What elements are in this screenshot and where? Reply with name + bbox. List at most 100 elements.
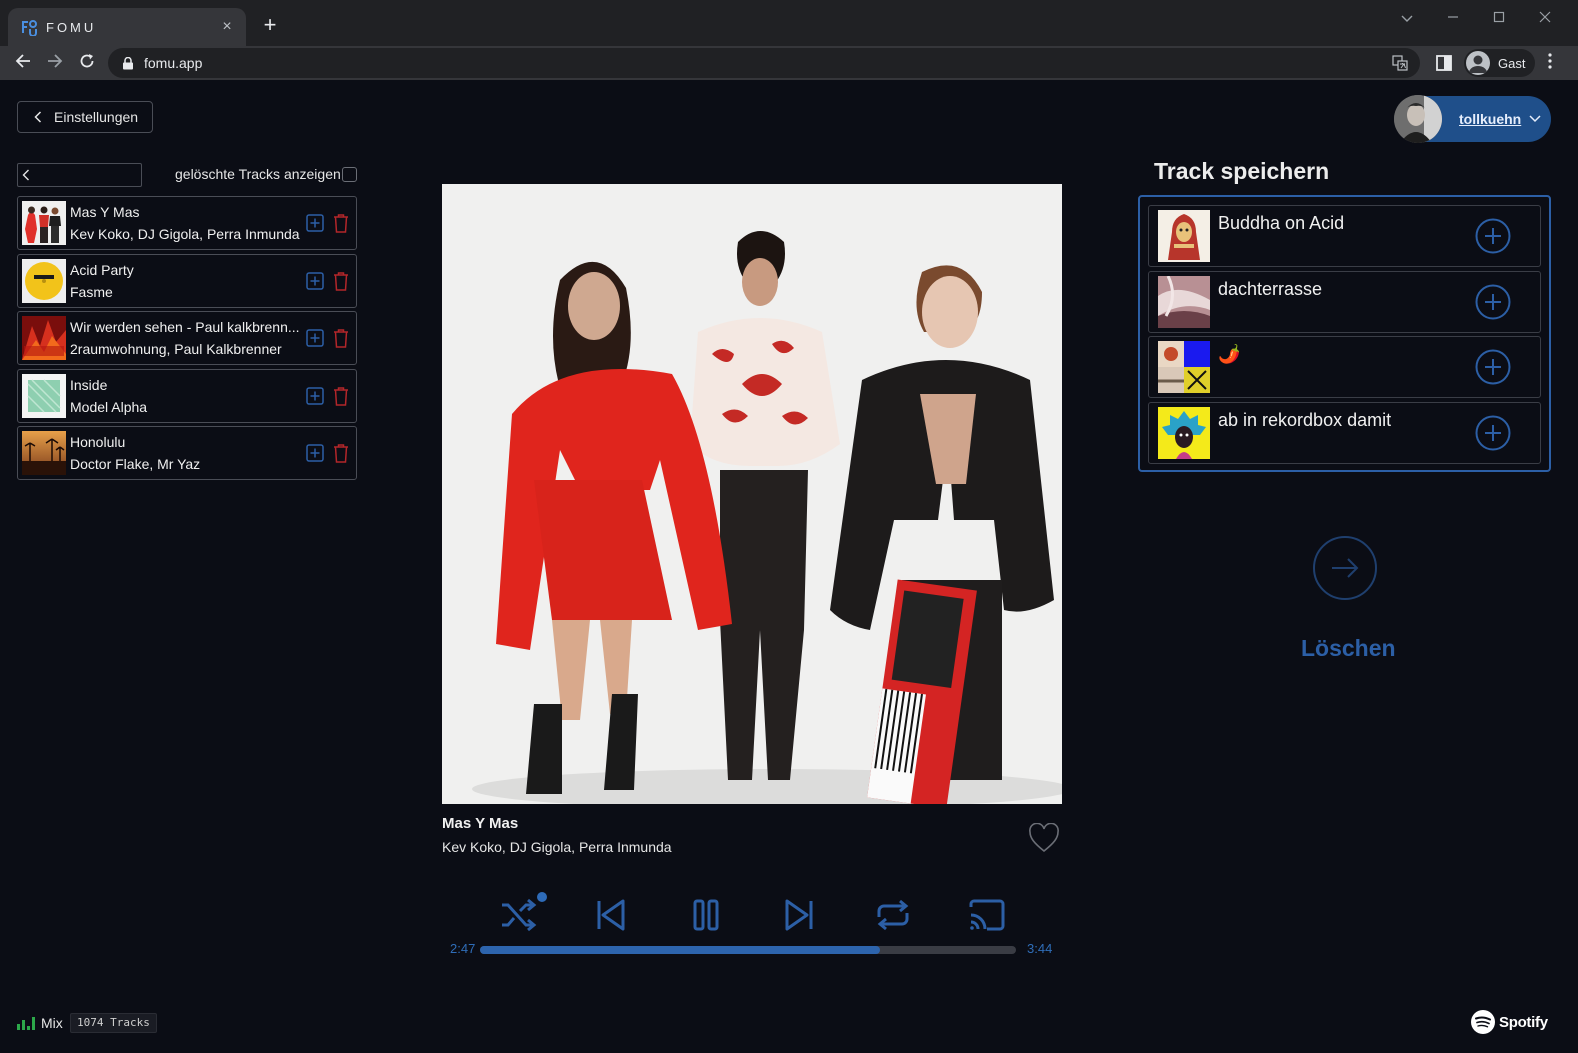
maximize-icon[interactable] — [1484, 6, 1514, 30]
add-circle-icon[interactable] — [1475, 218, 1511, 254]
progress-bar[interactable] — [480, 946, 1016, 954]
track-cover — [22, 431, 66, 475]
profile-avatar-icon — [1466, 51, 1490, 75]
skip-arrow-icon[interactable] — [1312, 535, 1378, 601]
playlist-item[interactable]: ab in rekordbox damit — [1148, 401, 1541, 464]
progress-fill — [480, 946, 880, 954]
track-item[interactable]: Wir werden sehen - Paul kalkbrenn... 2ra… — [17, 311, 357, 365]
playlist-list: Buddha on Acid dachterrasse 🌶️ ab in rek… — [1138, 195, 1551, 472]
track-cover — [22, 201, 66, 245]
tab-search-icon[interactable] — [1392, 6, 1422, 30]
repeat-icon[interactable] — [873, 895, 913, 935]
add-to-playlist-icon[interactable] — [306, 444, 324, 462]
add-to-playlist-icon[interactable] — [306, 329, 324, 347]
add-to-playlist-icon[interactable] — [306, 271, 324, 290]
pause-icon[interactable] — [686, 895, 726, 935]
next-icon[interactable] — [779, 895, 819, 935]
track-search-input[interactable] — [17, 163, 142, 187]
side-panel-icon[interactable] — [1436, 55, 1452, 71]
spotify-logo: Spotify — [1471, 1009, 1548, 1035]
track-title: Mas Y Mas — [70, 204, 140, 220]
settings-button[interactable]: Einstellungen — [17, 101, 153, 133]
browser-toolbar: fomu.app Gast — [0, 46, 1578, 80]
playlist-cover — [1158, 275, 1210, 328]
address-bar[interactable]: fomu.app — [108, 48, 1420, 78]
chevron-left-icon — [34, 111, 42, 123]
save-track-heading: Track speichern — [1154, 158, 1330, 184]
add-circle-icon[interactable] — [1475, 284, 1511, 320]
track-item[interactable]: Inside Model Alpha — [17, 368, 357, 423]
mix-label: Mix — [41, 1015, 63, 1031]
playlist-name: Buddha on Acid — [1218, 213, 1345, 233]
playlist-name: dachterrasse — [1218, 278, 1323, 299]
shuffle-active-indicator — [537, 892, 547, 902]
trash-icon[interactable] — [333, 271, 349, 291]
add-to-playlist-icon[interactable] — [306, 214, 324, 232]
track-title: Honolulu — [70, 434, 126, 450]
browser-profile-button[interactable]: Gast — [1464, 49, 1536, 77]
user-avatar — [1394, 95, 1442, 143]
trash-icon[interactable] — [333, 386, 349, 406]
playlist-cover — [1158, 341, 1210, 393]
track-cover — [22, 258, 66, 303]
browser-tab[interactable]: FOMU × — [8, 8, 246, 46]
back-icon[interactable] — [10, 50, 36, 76]
playlist-cover — [1158, 210, 1210, 262]
add-to-playlist-icon[interactable] — [306, 386, 324, 405]
add-circle-icon[interactable] — [1475, 349, 1511, 385]
browser-menu-icon[interactable] — [1540, 50, 1560, 76]
track-cover — [22, 316, 66, 360]
previous-icon[interactable] — [591, 895, 631, 935]
album-cover — [442, 184, 1062, 804]
playlist-cover — [1158, 406, 1210, 459]
chevron-left-icon[interactable] — [22, 169, 30, 181]
translate-icon[interactable] — [1392, 55, 1408, 71]
reload-icon[interactable] — [74, 50, 100, 76]
browser-tabstrip: FOMU × + — [0, 0, 1578, 46]
track-list: Mas Y Mas Kev Koko, DJ Gigola, Perra Inm… — [17, 196, 357, 484]
playlist-item[interactable]: dachterrasse — [1148, 270, 1541, 333]
track-cover — [22, 373, 66, 418]
current-time: 2:47 — [450, 941, 476, 956]
heart-icon[interactable] — [1028, 823, 1060, 853]
add-circle-icon[interactable] — [1475, 415, 1511, 451]
track-artist: Model Alpha — [70, 398, 148, 415]
shuffle-icon[interactable] — [498, 895, 538, 935]
show-deleted-label: gelöschte Tracks anzeigen — [175, 166, 341, 182]
trash-icon[interactable] — [333, 328, 349, 348]
tab-close-icon[interactable]: × — [218, 18, 236, 36]
spotify-wordmark: Spotify — [1499, 1013, 1548, 1031]
total-time: 3:44 — [1027, 941, 1053, 956]
profile-name: Gast — [1498, 55, 1526, 71]
track-item[interactable]: Honolulu Doctor Flake, Mr Yaz — [17, 426, 357, 480]
url-text: fomu.app — [144, 55, 203, 71]
close-window-icon[interactable] — [1530, 6, 1560, 30]
now-playing-title: Mas Y Mas — [442, 815, 519, 832]
track-artist: 2raumwohnung, Paul Kalkbrenner — [70, 341, 282, 357]
playlist-item[interactable]: Buddha on Acid — [1148, 205, 1541, 267]
track-title: Acid Party — [70, 261, 134, 278]
track-item[interactable]: Acid Party Fasme — [17, 253, 357, 308]
show-deleted-checkbox[interactable] — [342, 167, 357, 182]
spotify-icon — [1471, 1010, 1495, 1034]
trash-icon[interactable] — [333, 213, 349, 233]
new-tab-button[interactable]: + — [258, 12, 282, 38]
forward-icon[interactable] — [42, 50, 68, 76]
playlist-item[interactable]: 🌶️ — [1148, 336, 1541, 398]
user-menu[interactable]: tollkuehn — [1394, 95, 1551, 143]
now-playing-artist: Kev Koko, DJ Gigola, Perra Inmunda — [442, 839, 672, 855]
track-artist: Kev Koko, DJ Gigola, Perra Inmunda — [70, 226, 300, 242]
delete-button[interactable]: Löschen — [1301, 635, 1396, 662]
settings-label: Einstellungen — [54, 109, 139, 125]
chevron-down-icon — [1529, 115, 1541, 123]
track-item[interactable]: Mas Y Mas Kev Koko, DJ Gigola, Perra Inm… — [17, 196, 357, 250]
minimize-icon[interactable] — [1438, 6, 1468, 30]
cast-icon[interactable] — [967, 895, 1007, 935]
track-title: Wir werden sehen - Paul kalkbrenn... — [70, 319, 300, 335]
track-artist: Doctor Flake, Mr Yaz — [70, 456, 201, 472]
tab-title: FOMU — [46, 19, 97, 35]
trash-icon[interactable] — [333, 443, 349, 463]
username[interactable]: tollkuehn — [1459, 111, 1521, 127]
playlist-name: 🌶️ — [1218, 344, 1241, 364]
fomu-app: Einstellungen tollkuehn gelöschte Tracks… — [0, 80, 1578, 1053]
